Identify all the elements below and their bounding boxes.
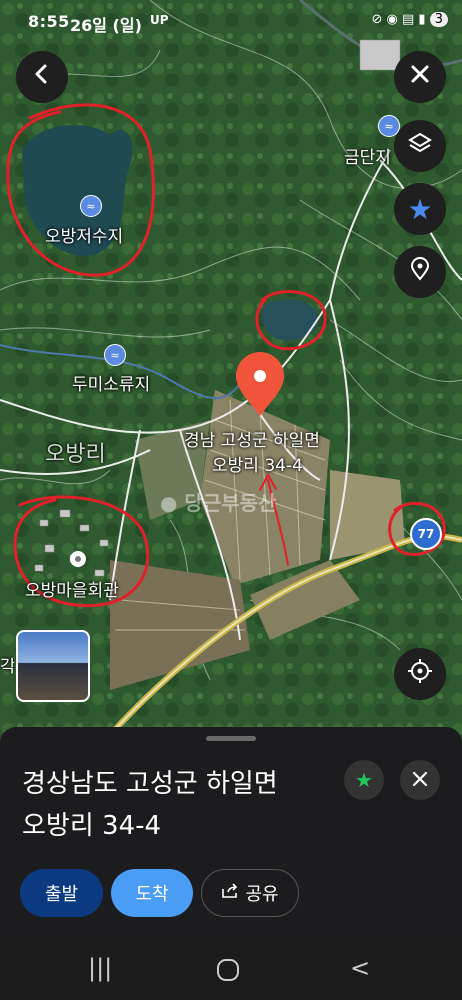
place-detail-sheet: 경상남도 고성군 하일면 오방리 34-4 ★ 출발 도착 공유 [0, 727, 462, 940]
back-arrow-icon [31, 63, 53, 91]
carrot-logo-icon: ● [160, 491, 178, 515]
star-icon: ★ [407, 192, 433, 226]
pin-label-line1: 경남 고성군 하일면 [184, 431, 320, 451]
status-time: 8:55 [28, 12, 70, 31]
address-line1: 경상남도 고성군 하일면 [22, 769, 278, 799]
favorite-button[interactable]: ★ [344, 760, 384, 800]
village-hall-icon [70, 551, 86, 567]
label-geumdan[interactable]: 금단지 [344, 143, 391, 168]
locate-button[interactable] [394, 648, 446, 700]
place-button[interactable] [394, 246, 446, 298]
status-date: 26일 (일) [70, 16, 142, 35]
label-left-cut: 각 [0, 657, 14, 677]
sheet-handle[interactable] [206, 736, 256, 741]
status-bar: 8:55 26일 (일) UP ⊘ ◉ ▤ ▮ 3 [0, 0, 462, 44]
status-app-icons: UP [150, 13, 169, 27]
map-view[interactable] [0, 0, 462, 735]
location-marker-icon[interactable] [234, 352, 286, 422]
watermark: ● 당근부동산 [160, 487, 276, 516]
battery-icon: 3 [429, 12, 448, 27]
label-obang-reservoir[interactable]: 오방저수지 [45, 222, 123, 247]
close-icon [409, 63, 431, 91]
status-system-icons: ⊘ ◉ ▤ ▮ 3 [372, 12, 448, 27]
share-button[interactable]: 공유 [201, 869, 299, 917]
geumdan-reservoir-icon: ≈ [378, 115, 400, 137]
share-icon [221, 882, 239, 904]
star-icon: ★ [355, 768, 373, 792]
layers-button[interactable] [394, 120, 446, 172]
close-sheet-button[interactable] [400, 760, 440, 800]
system-nav-bar: ||| < [0, 940, 462, 1000]
address-line2: 오방리 34-4 [22, 811, 162, 841]
back-nav-icon[interactable]: < [350, 954, 370, 982]
layers-icon [408, 131, 432, 161]
reservoir-icon: ≈ [80, 195, 102, 217]
place-address: 경상남도 고성군 하일면 오방리 34-4 [22, 763, 332, 847]
dumi-reservoir-icon: ≈ [104, 344, 126, 366]
label-dumi[interactable]: 두미소류지 [72, 370, 150, 395]
depart-button[interactable]: 출발 [20, 869, 103, 917]
recent-apps-icon[interactable]: ||| [88, 954, 112, 982]
label-village-hall[interactable]: 오방마을회관 [25, 576, 119, 601]
pin-label-line2: 오방리 34-4 [212, 456, 303, 476]
home-icon[interactable] [216, 958, 240, 988]
watermark-text: 당근부동산 [184, 491, 277, 515]
close-icon [412, 768, 428, 792]
route-77-badge: 77 [410, 518, 442, 550]
location-pin-icon [409, 257, 431, 287]
crosshair-icon [407, 658, 433, 690]
arrive-button[interactable]: 도착 [111, 869, 193, 917]
label-obangri: 오방리 [45, 442, 106, 467]
street-view-thumbnail[interactable] [16, 630, 90, 702]
share-label: 공유 [245, 884, 279, 905]
close-map-button[interactable] [394, 51, 446, 103]
back-button[interactable] [16, 51, 68, 103]
favorite-map-button[interactable]: ★ [394, 183, 446, 235]
